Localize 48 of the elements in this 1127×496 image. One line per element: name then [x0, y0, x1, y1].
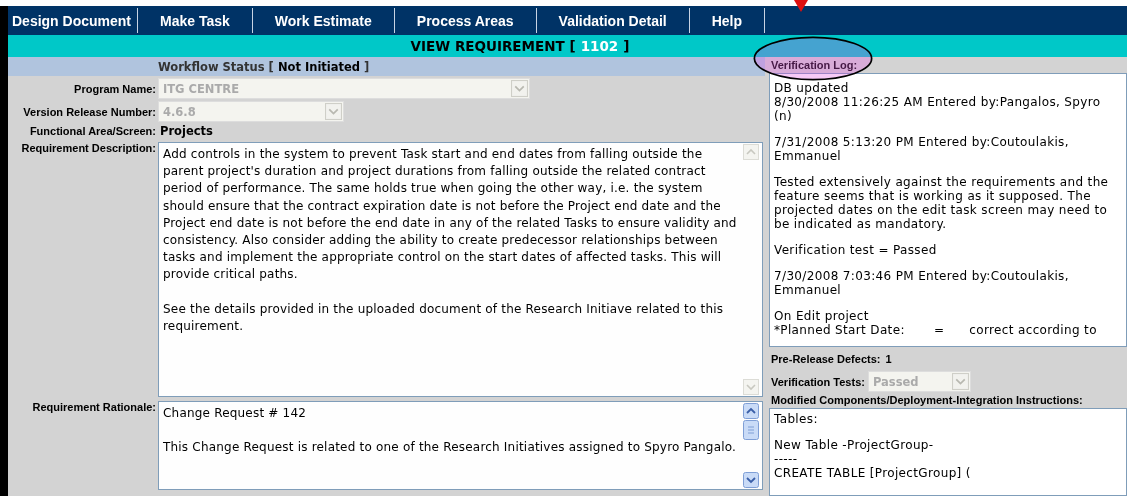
field-label: Pre-Release Defects: [770, 352, 881, 367]
requirement-id: 1102 [580, 38, 619, 54]
field-label: Program Name: [73, 82, 156, 95]
bracket-text: ] [364, 59, 370, 74]
log-entry: Tested extensively against the requirements and the feature seems that is working as it supposed. The projected dates on the edit task screen may need to be indicated as mandatory. [774, 175, 1110, 231]
nav-link[interactable]: Work Estimate [252, 8, 395, 33]
field-value: 1 [884, 352, 892, 367]
nav-link[interactable]: Process Areas [394, 8, 537, 33]
scroll-down-icon [743, 472, 759, 488]
field-label: Verification Tests: [770, 374, 865, 390]
nav-link[interactable]: Make Task [138, 8, 253, 33]
code-text: Tables: [774, 412, 819, 426]
log-entry: 7/30/2008 7:03:46 PM Entered by:Coutoulakis, Emmanuel [774, 269, 1070, 297]
scroll-thumb[interactable] [743, 420, 759, 440]
log-entry: 7/31/2008 5:13:20 PM Entered by:Coutoulakis, Emmanuel [774, 135, 1070, 163]
field-label: Verification Log: [770, 58, 859, 73]
field-label: Requirement Rationale: [31, 401, 156, 413]
scroll-down-icon [743, 379, 759, 395]
page-title: VIEW REQUIREMENT [ [410, 38, 576, 54]
paragraph: Add controls in the system to prevent Task start and end dates from falling outside the parent project's duration and project durations from falling outside the related contract period of performance. The same holds true when going the other way, i.e. the system should ensure that the contract expiration date is not before the Project end date and the Project end date is not before the end date in any of the related Tasks to ensure validity and consistency. Also consider adding the ability to create predecessor relationships between tasks and implement the appropriate control on the start dates of affected tasks. This will provide critical paths. [163, 146, 738, 284]
nav-link[interactable]: Validation Detail [536, 8, 690, 33]
verification-log-box[interactable] [769, 73, 1127, 347]
log-entry: On Edit project *Planned Start Date: = correct according to [774, 309, 1098, 337]
log-entry: Verification test = Passed [774, 243, 938, 257]
field-value: Projects [160, 124, 213, 138]
code-text: New Table -ProjectGroup- ----- CREATE TABLE [ProjectGroup] ( [774, 438, 972, 480]
paragraph: Change Request # 142 [163, 405, 308, 422]
scroll-up-icon [743, 144, 759, 160]
field-label: Modified Components/Deployment-Integration Instructions: [770, 393, 1084, 408]
field-label: Functional Area/Screen: [28, 125, 156, 137]
instructions-box[interactable]: Tables: New Table -ProjectGroup- ----- CREATE TABLE [ProjectGroup] ( [769, 408, 1127, 496]
scroll-up-icon [743, 403, 759, 419]
field-label: Requirement Description: [20, 142, 156, 154]
nav-link[interactable]: Help [689, 8, 766, 33]
log-entry: DB updated 8/30/2008 11:26:25 AM Entered by:Pangalos, Spyro (n) [774, 81, 1102, 123]
description-textarea[interactable] [158, 142, 763, 397]
status-value: Not Initiated [277, 59, 361, 74]
dropdown-icon [511, 80, 528, 97]
dropdown-icon [951, 373, 969, 390]
status-label: Workflow Status [ [158, 59, 274, 74]
arrow-icon [794, 0, 808, 12]
field-label: Version Release Number: [22, 105, 156, 118]
rationale-textarea[interactable]: Change Request # 142 This Change Request is related to one of the Research Initiatives assigned to Spyro Pangalo. [158, 401, 763, 490]
bracket-text: ] [623, 38, 630, 54]
dropdown-icon [325, 103, 342, 120]
paragraph: This Change Request is related to one of the Research Initiatives assigned to Spyro Pangalo. [163, 439, 738, 457]
nav-link[interactable]: Design Document [8, 8, 138, 33]
paragraph: See the details provided in the uploaded document of the Research Initiave related to this requirement. [163, 300, 725, 335]
